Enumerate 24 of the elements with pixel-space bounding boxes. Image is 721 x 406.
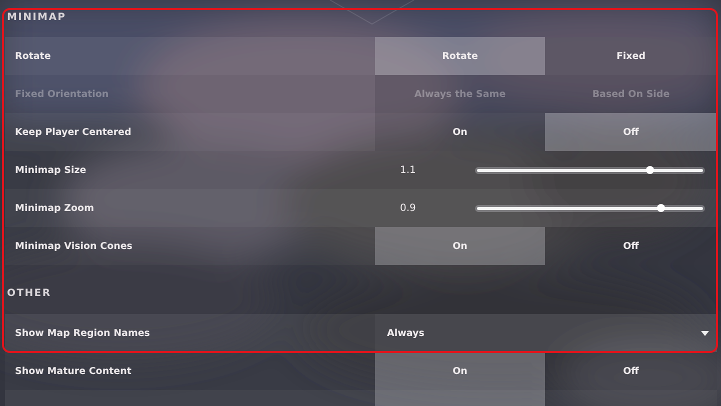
dropdown[interactable]: Always bbox=[375, 314, 717, 352]
setting-label: Keep Player Centered bbox=[14, 126, 132, 138]
slider-value: 1.1 bbox=[399, 164, 417, 176]
option-button[interactable]: On bbox=[375, 352, 545, 390]
slider-track[interactable] bbox=[475, 204, 705, 212]
option-button[interactable]: Off bbox=[545, 227, 717, 265]
setting-label: Show Map Region Names bbox=[14, 328, 151, 338]
section-title: OTHER bbox=[6, 287, 52, 301]
section-title: MINIMAP bbox=[6, 11, 68, 25]
setting-label: Show Mature Content bbox=[14, 366, 132, 376]
slider-value: 0.9 bbox=[399, 202, 417, 214]
setting-label: Fixed Orientation bbox=[14, 88, 110, 100]
setting-label: Minimap Zoom bbox=[14, 202, 95, 214]
option-button[interactable]: Rotate bbox=[375, 37, 545, 75]
caret-icon bbox=[701, 330, 709, 336]
option-button[interactable]: On bbox=[375, 227, 545, 265]
setting-label: Minimap Vision Cones bbox=[14, 240, 134, 252]
option-button[interactable]: Off bbox=[545, 352, 717, 390]
slider-track[interactable] bbox=[475, 166, 705, 174]
option-button[interactable]: Off bbox=[545, 113, 717, 151]
option-button[interactable]: Fixed bbox=[545, 37, 717, 75]
setting-label: Minimap Size bbox=[14, 164, 88, 176]
setting-label: Rotate bbox=[14, 50, 52, 62]
option-button[interactable]: On bbox=[375, 113, 545, 151]
